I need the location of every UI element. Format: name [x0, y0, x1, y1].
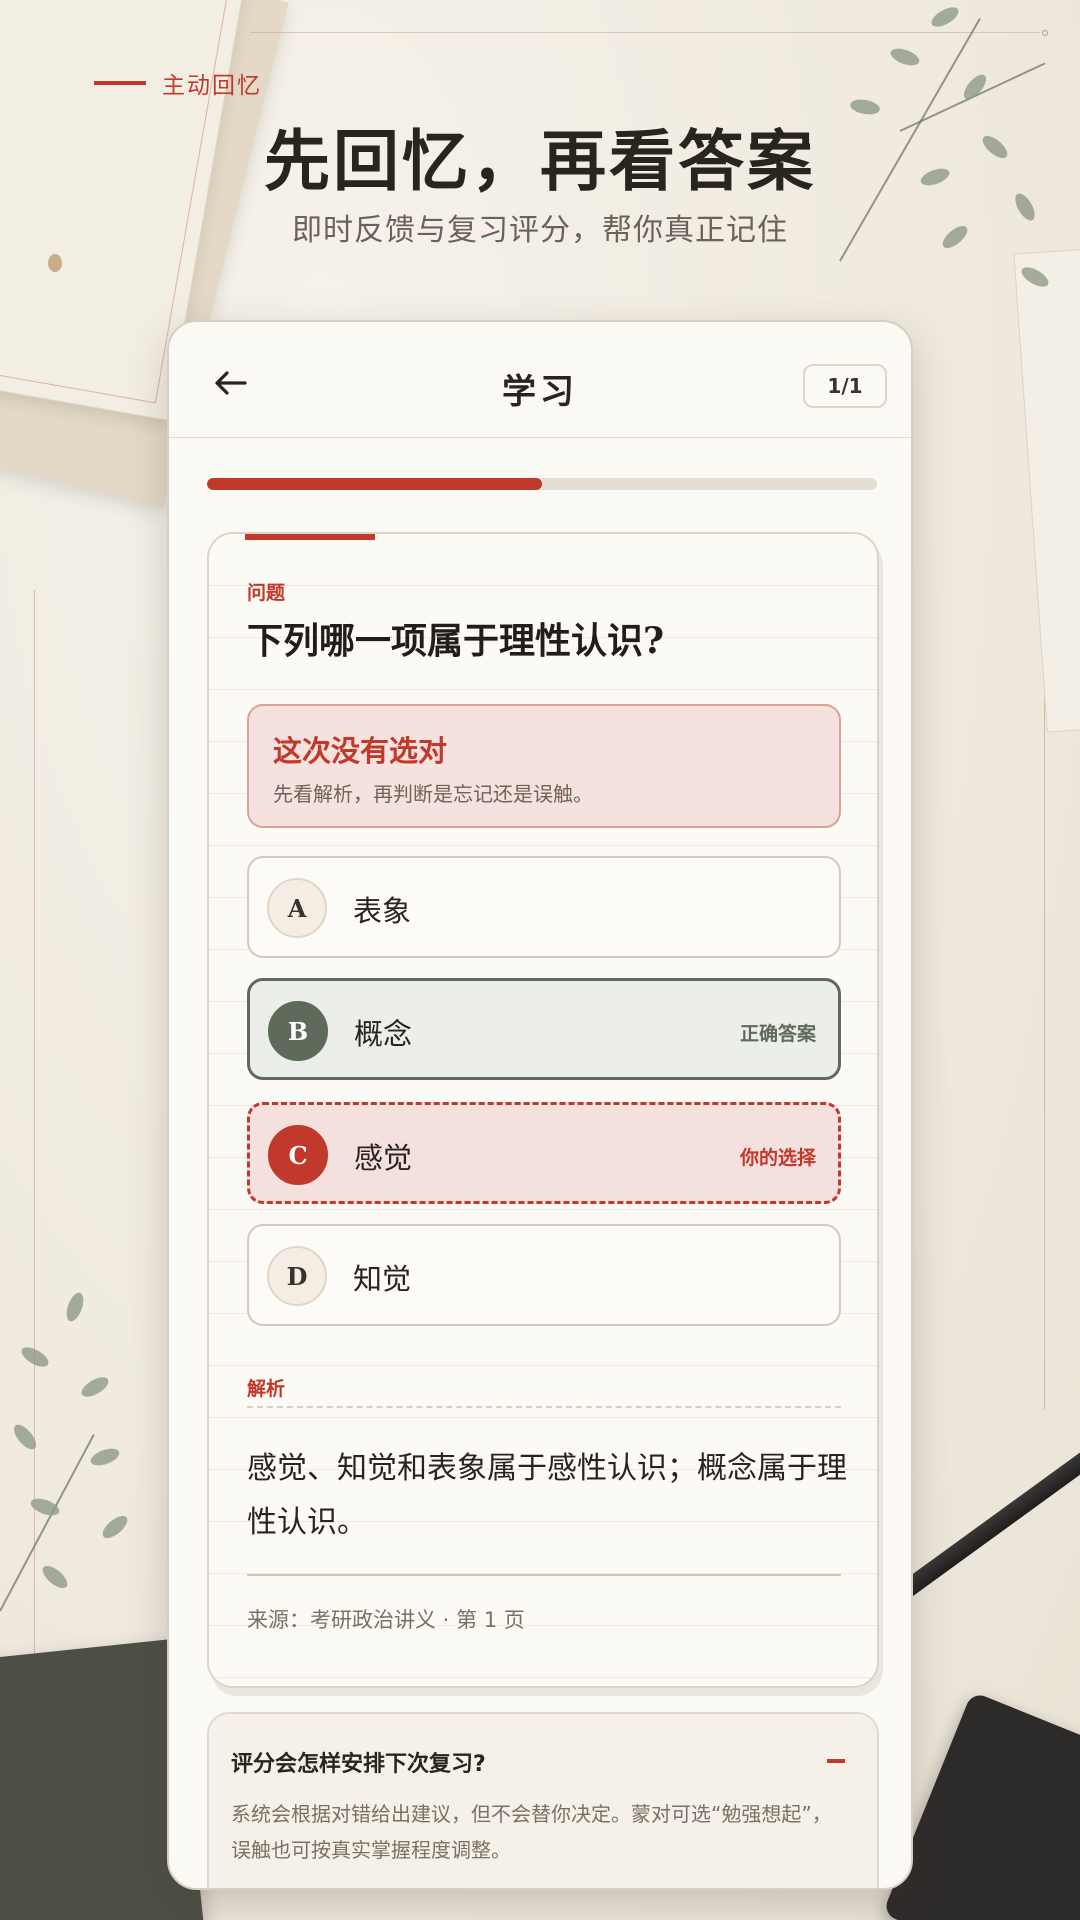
- feedback-title: 这次没有选对: [273, 734, 448, 768]
- feedback-banner: 这次没有选对 先看解析，再判断是忘记还是误触。: [247, 704, 841, 828]
- feedback-subtitle: 先看解析，再判断是忘记还是误触。: [273, 782, 593, 806]
- section-kicker: 主动回忆: [94, 66, 262, 100]
- option-letter: B: [268, 1001, 328, 1061]
- option-a[interactable]: A 表象: [247, 856, 841, 958]
- app-bar: 学习 1/1: [169, 322, 911, 438]
- analysis-text: 感觉、知觉和表象属于感性认识；概念属于理性认识。: [247, 1451, 847, 1540]
- option-text: 感觉: [354, 1141, 413, 1175]
- minus-icon[interactable]: [821, 1746, 851, 1776]
- option-d[interactable]: D 知觉: [247, 1224, 841, 1326]
- option-text: 概念: [354, 1017, 413, 1051]
- hero-title: 先回忆，再看答案: [264, 122, 816, 200]
- progress-bar: [207, 478, 877, 490]
- option-letter: C: [268, 1125, 328, 1185]
- source-divider: [247, 1574, 841, 1576]
- decor-flower-stain: [48, 254, 62, 272]
- question-counter: 1/1: [803, 364, 887, 408]
- kicker-text: 主动回忆: [162, 73, 262, 99]
- phone-screen: 学习 1/1 问题 下列哪一项属于理性认识? 这次没有选对 先看解析，再判断是忘…: [167, 320, 913, 1890]
- question-card: 问题 下列哪一项属于理性认识? 这次没有选对 先看解析，再判断是忘记还是误触。 …: [207, 532, 879, 1688]
- analysis-divider: [247, 1406, 841, 1408]
- faq-title[interactable]: 评分会怎样安排下次复习?: [231, 1746, 486, 1778]
- decor-frame-line-left: [34, 590, 35, 1690]
- option-letter: D: [267, 1246, 327, 1306]
- option-letter: A: [267, 878, 327, 938]
- progress-fill: [207, 478, 542, 490]
- decor-dot: [1042, 30, 1048, 36]
- question-label: 问题: [247, 582, 286, 604]
- option-c[interactable]: C 感觉 你的选择: [247, 1102, 841, 1204]
- faq-panel[interactable]: 评分会怎样安排下次复习? 系统会根据对错给出建议，但不会替你决定。蒙对可选“勉强…: [207, 1712, 879, 1888]
- question-text: 下列哪一项属于理性认识?: [247, 620, 665, 662]
- card-accent: [245, 534, 375, 540]
- kicker-bar: [94, 81, 146, 85]
- option-b[interactable]: B 概念 正确答案: [247, 978, 841, 1080]
- page-title: 学习: [502, 372, 578, 412]
- decor-frame-line-top: [250, 32, 1040, 33]
- analysis-label: 解析: [247, 1378, 286, 1400]
- correct-answer-tag: 正确答案: [739, 1023, 816, 1045]
- option-text: 知觉: [353, 1262, 412, 1296]
- option-text: 表象: [353, 894, 412, 928]
- faq-body: 系统会根据对错给出建议，但不会替你决定。蒙对可选“勉强想起”，误触也可按真实掌握…: [231, 1802, 832, 1862]
- hero-subtitle: 即时反馈与复习评分，帮你真正记住: [292, 213, 788, 248]
- source-text: 来源：考研政治讲义 · 第 1 页: [247, 1608, 525, 1632]
- your-choice-tag: 你的选择: [739, 1147, 816, 1169]
